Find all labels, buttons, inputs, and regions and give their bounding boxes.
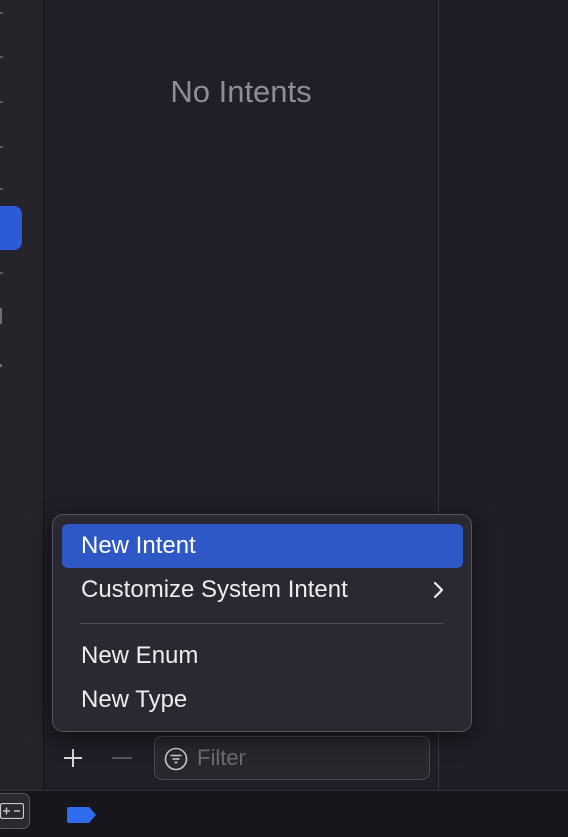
- filter-input[interactable]: [197, 737, 422, 779]
- navigator-row-marker: [0, 308, 2, 324]
- plus-icon: [64, 749, 82, 767]
- menu-item-new-intent[interactable]: New Intent: [62, 524, 463, 568]
- menu-separator: [80, 623, 444, 624]
- plus-minus-icon: [0, 803, 24, 819]
- navigator-selected-row[interactable]: [0, 206, 22, 250]
- remove-button[interactable]: [110, 746, 134, 770]
- navigator-row-marker: [0, 146, 3, 148]
- add-remove-button[interactable]: [0, 793, 30, 829]
- menu-item-new-type[interactable]: New Type: [62, 678, 463, 722]
- menu-item-new-enum[interactable]: New Enum: [62, 634, 463, 678]
- add-button[interactable]: [61, 746, 85, 770]
- navigator-row-marker: [0, 272, 3, 274]
- menu-item-label: New Enum: [81, 642, 199, 669]
- menu-item-label: New Type: [81, 686, 188, 713]
- filter-field[interactable]: [154, 736, 430, 780]
- menu-item-label: Customize System Intent: [81, 576, 348, 603]
- chevron-right-icon: [433, 581, 444, 599]
- add-menu: New Intent Customize System Intent New E…: [52, 514, 472, 732]
- filter-icon: [164, 747, 188, 771]
- navigator-row-marker: [0, 12, 3, 14]
- empty-list-label: No Intents: [170, 74, 312, 109]
- tag-icon: [67, 807, 96, 823]
- menu-item-label: New Intent: [81, 532, 196, 559]
- navigator-row-marker: [0, 188, 3, 190]
- menu-item-customize-system-intent[interactable]: Customize System Intent: [62, 568, 463, 612]
- navigator-row-marker: [0, 364, 2, 367]
- navigator-strip: [0, 0, 44, 790]
- navigator-row-marker: [0, 56, 3, 58]
- minus-icon: [112, 757, 132, 759]
- navigator-row-marker: [0, 101, 3, 103]
